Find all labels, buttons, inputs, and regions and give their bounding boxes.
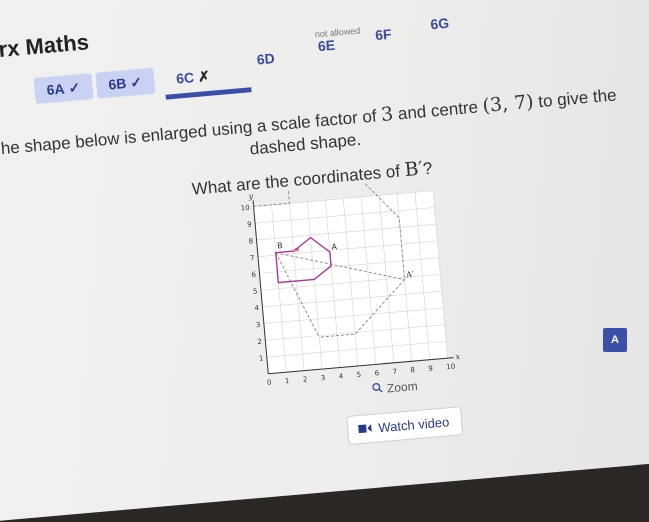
- x-tick-label: 10: [446, 362, 456, 371]
- watch-video-button[interactable]: Watch video: [346, 406, 464, 446]
- tick-icon: ✓: [129, 73, 143, 91]
- tab-label: 6B: [107, 75, 127, 93]
- x-tick-label: 8: [410, 366, 415, 374]
- y-axis-label: y: [247, 191, 254, 200]
- tab-label: 6E: [317, 36, 336, 55]
- y-tick-label: 3: [256, 321, 261, 329]
- x-tick-label: 0: [267, 379, 272, 387]
- tab-label: 6G: [429, 14, 450, 33]
- app-logo: barx Maths: [0, 29, 90, 65]
- question-part: and centre: [392, 97, 484, 124]
- search-icon: [371, 382, 383, 397]
- y-tick-label: 5: [253, 287, 258, 295]
- centre-marker: ×: [294, 245, 300, 255]
- watch-video-label: Watch video: [377, 414, 450, 436]
- y-tick-label: 6: [251, 271, 257, 279]
- tab-label: 6F: [374, 25, 393, 44]
- y-tick-label: 8: [248, 237, 253, 245]
- tab-label: 6D: [256, 50, 276, 68]
- y-tick-label: 2: [257, 338, 262, 346]
- tab-6b[interactable]: 6B ✓: [95, 67, 156, 99]
- cross-icon: ✗: [197, 67, 211, 85]
- tab-6d[interactable]: 6D: [244, 44, 288, 74]
- x-tick-label: 3: [320, 374, 325, 382]
- sparx-screen: barx Maths 6A ✓ 6B ✓ 6C ✗ 6D 6E 6F 6G no…: [0, 0, 649, 522]
- x-tick-label: 7: [392, 368, 397, 376]
- zoom-label: Zoom: [386, 378, 419, 396]
- zoom-button[interactable]: Zoom: [371, 379, 418, 397]
- x-tick-label: 9: [428, 364, 433, 372]
- tick-icon: ✓: [67, 78, 81, 96]
- tab-6g[interactable]: 6G: [417, 9, 462, 39]
- centre-coordinates: (3, 7): [481, 90, 535, 118]
- tab-6a[interactable]: 6A ✓: [33, 73, 94, 105]
- x-tick-label: 4: [338, 372, 344, 380]
- side-answer-badge[interactable]: A: [603, 328, 627, 352]
- tab-label: 6A: [45, 80, 66, 99]
- y-tick-label: 10: [240, 204, 250, 213]
- y-tick-label: 9: [247, 220, 252, 228]
- question-part: ?: [422, 158, 434, 179]
- tab-6f[interactable]: 6F: [362, 20, 404, 49]
- x-tick-label: 1: [285, 377, 290, 385]
- y-tick-label: 4: [254, 304, 260, 312]
- coordinate-grid: 0 1 2 3 4 5 6 7 8 9 1012345678910 y x B A A′ ×: [240, 177, 461, 387]
- video-icon: [358, 421, 373, 437]
- x-tick-label: 6: [374, 369, 380, 377]
- y-tick-label: 7: [250, 254, 255, 262]
- x-axis-label: x: [455, 352, 461, 361]
- calculator-note: not allowed: [314, 25, 361, 40]
- x-tick-label: 2: [303, 375, 308, 383]
- x-tick-label: 5: [356, 371, 361, 379]
- y-tick-label: 1: [259, 354, 264, 362]
- tab-6c[interactable]: 6C ✗: [163, 62, 223, 93]
- point-b-label: B: [277, 241, 283, 250]
- tab-label: 6C: [175, 69, 195, 87]
- point-a-prime-label: A′: [405, 270, 415, 280]
